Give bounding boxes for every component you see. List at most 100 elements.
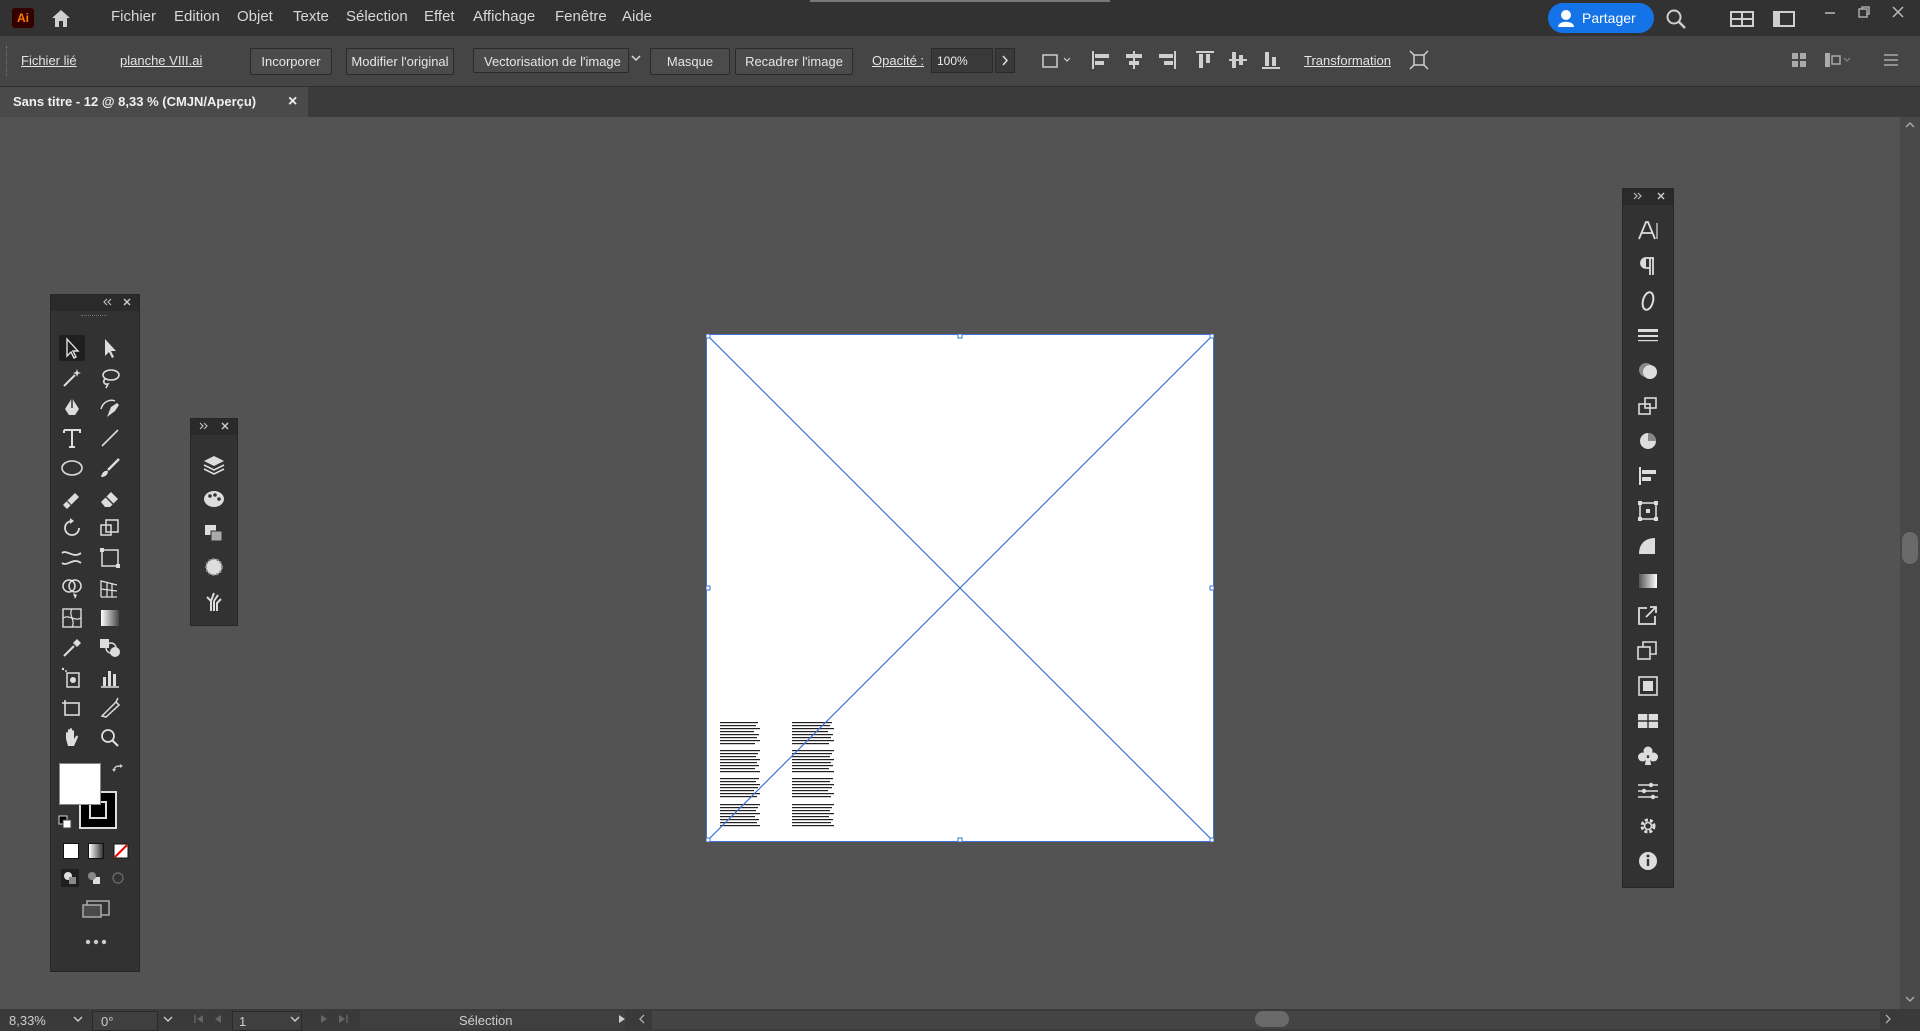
screen-mode-icon[interactable] <box>81 899 111 919</box>
previous-artboard-icon[interactable] <box>212 1013 224 1025</box>
file-name-link[interactable]: planche VIII.ai <box>120 53 202 68</box>
eraser-tool-icon[interactable] <box>97 485 123 511</box>
free-transform-tool-icon[interactable] <box>97 545 123 571</box>
menu-selection[interactable]: Sélection <box>346 8 408 25</box>
blend-tool-icon[interactable] <box>97 635 123 661</box>
next-artboard-icon[interactable] <box>318 1013 330 1025</box>
artboard-dropdown-icon[interactable] <box>288 1012 302 1026</box>
default-fill-stroke-icon[interactable] <box>58 815 72 829</box>
menu-affichage[interactable]: Affichage <box>473 8 535 25</box>
restore-icon[interactable] <box>1856 4 1872 20</box>
control-bar-grip[interactable] <box>6 46 10 76</box>
zoom-tool-icon[interactable] <box>97 725 123 751</box>
opacity-expand-button[interactable] <box>995 48 1015 73</box>
placed-image-bounding-box[interactable] <box>706 334 1214 842</box>
share-button[interactable]: Partager <box>1548 3 1654 33</box>
image-trace-dropdown-icon[interactable] <box>630 54 642 64</box>
opacity-label[interactable]: Opacité : <box>872 53 924 68</box>
opentype-icon[interactable] <box>1635 289 1661 313</box>
color-mode-button[interactable] <box>63 843 79 859</box>
type-tool-icon[interactable] <box>59 425 85 451</box>
edit-toolbar-icon[interactable] <box>83 937 109 947</box>
shaper-tool-icon[interactable] <box>59 485 85 511</box>
pathfinder-icon[interactable] <box>1635 499 1661 523</box>
mask-button[interactable]: Masque <box>650 48 730 75</box>
status-menu-icon[interactable] <box>616 1013 628 1025</box>
line-segment-tool-icon[interactable] <box>97 425 123 451</box>
menu-fenetre[interactable]: Fenêtre <box>555 8 607 25</box>
slice-tool-icon[interactable] <box>97 695 123 721</box>
menu-fichier[interactable]: Fichier <box>111 8 156 25</box>
close-window-icon[interactable] <box>1890 4 1906 20</box>
shape-builder-tool-icon[interactable] <box>59 575 85 601</box>
right-panel-header[interactable] <box>1623 189 1673 205</box>
gradient-mode-button[interactable] <box>88 843 104 859</box>
workspace-switcher-icon[interactable] <box>1730 11 1754 27</box>
gradient-tool-icon[interactable] <box>97 605 123 631</box>
character-icon[interactable] <box>1635 219 1661 243</box>
search-icon[interactable] <box>1665 8 1687 30</box>
column-graph-tool-icon[interactable] <box>97 665 123 691</box>
floating-panel-header[interactable] <box>191 419 237 435</box>
hand-tool-icon[interactable] <box>59 725 85 751</box>
scroll-down-icon[interactable] <box>1903 994 1917 1004</box>
align-top-icon[interactable] <box>1194 49 1216 71</box>
align-panel-icon[interactable] <box>1635 464 1661 488</box>
color-guide-icon[interactable] <box>201 487 227 511</box>
draw-inside-icon[interactable] <box>109 869 127 887</box>
document-tab[interactable]: Sans titre - 12 @ 8,33 % (CMJN/Aperçu) × <box>0 87 308 117</box>
opacity-input[interactable]: 100% <box>931 48 993 73</box>
none-mode-button[interactable] <box>113 843 129 859</box>
align-horizontal-center-icon[interactable] <box>1123 49 1145 71</box>
scroll-left-icon[interactable] <box>636 1013 648 1025</box>
linked-file-link[interactable]: Fichier lié <box>21 53 77 68</box>
pen-tool-icon[interactable] <box>59 395 85 421</box>
align-left-icon[interactable] <box>1090 49 1112 71</box>
perspective-grid-tool-icon[interactable] <box>97 575 123 601</box>
image-trace-button[interactable]: Vectorisation de l'image <box>473 48 629 73</box>
menu-effet[interactable]: Effet <box>424 8 455 25</box>
align-to-icon[interactable] <box>1040 49 1071 71</box>
scroll-right-icon[interactable] <box>1882 1013 1894 1025</box>
fill-color-swatch[interactable] <box>59 763 101 805</box>
close-panel-icon[interactable] <box>121 296 133 308</box>
menu-texte[interactable]: Texte <box>293 8 329 25</box>
last-artboard-icon[interactable] <box>336 1013 350 1025</box>
ellipse-tool-icon[interactable] <box>59 455 85 481</box>
rotation-dropdown-icon[interactable] <box>161 1012 175 1026</box>
status-field[interactable]: Sélection <box>360 1011 625 1029</box>
stroke-panel-icon[interactable] <box>1635 324 1661 348</box>
zoom-dropdown-icon[interactable] <box>71 1012 85 1026</box>
lasso-tool-icon[interactable] <box>97 365 123 391</box>
transform-panel-icon[interactable] <box>1635 394 1661 418</box>
align-bottom-icon[interactable] <box>1260 49 1282 71</box>
minimize-icon[interactable] <box>1822 4 1838 20</box>
paragraph-icon[interactable] <box>1635 254 1661 278</box>
width-tool-icon[interactable] <box>59 545 85 571</box>
tools-panel-header[interactable] <box>51 295 139 311</box>
curvature-tool-icon[interactable] <box>97 395 123 421</box>
artboards-panel-icon[interactable] <box>201 521 227 545</box>
settings-gear-icon[interactable] <box>1635 814 1661 838</box>
transform-link[interactable]: Transformation <box>1304 53 1391 68</box>
gradient-panel-icon[interactable] <box>1635 569 1661 593</box>
close-right-panels-icon[interactable] <box>1655 190 1667 202</box>
artboard[interactable] <box>706 334 1214 842</box>
rotation-field[interactable]: 0° <box>92 1011 158 1031</box>
panel-menu-icon[interactable] <box>1880 49 1902 71</box>
align-right-icon[interactable] <box>1156 49 1178 71</box>
arrange-icon[interactable] <box>1788 49 1810 71</box>
crop-image-button[interactable]: Recadrer l'image <box>735 48 853 75</box>
edit-original-button[interactable]: Modifier l'original <box>346 48 454 75</box>
transparency-icon[interactable] <box>1635 534 1661 558</box>
symbols-icon[interactable] <box>1635 744 1661 768</box>
layers-icon[interactable] <box>201 453 227 477</box>
close-tab-icon[interactable]: × <box>288 87 297 117</box>
distribute-icon[interactable] <box>1822 49 1851 71</box>
horizontal-scroll-thumb[interactable] <box>1255 1011 1289 1027</box>
swap-fill-stroke-icon[interactable] <box>111 763 125 777</box>
direct-selection-tool-icon[interactable] <box>97 335 123 361</box>
collapse-panel-icon[interactable] <box>101 296 113 308</box>
info-icon[interactable] <box>1635 849 1661 873</box>
home-icon[interactable] <box>50 8 72 28</box>
